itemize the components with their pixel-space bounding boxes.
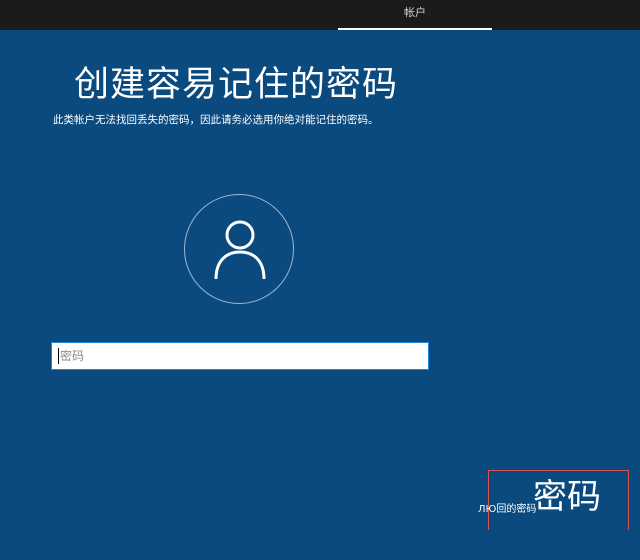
- watermark-small-text: ЛЮ回的密码: [478, 504, 537, 515]
- page-title: 创建容易记住的密码: [74, 65, 399, 105]
- user-icon: [214, 220, 266, 280]
- watermark-large-text: 密码: [533, 477, 601, 517]
- text-caret: [58, 348, 59, 364]
- page-subtitle: 此类帐户无法找回丢失的密码，因此请务必选用你绝对能记住的密码。: [53, 114, 379, 126]
- password-input[interactable]: [51, 342, 429, 370]
- avatar: [184, 194, 294, 304]
- tab-account[interactable]: 帐户: [338, 0, 492, 30]
- top-bar: 帐户: [0, 0, 640, 30]
